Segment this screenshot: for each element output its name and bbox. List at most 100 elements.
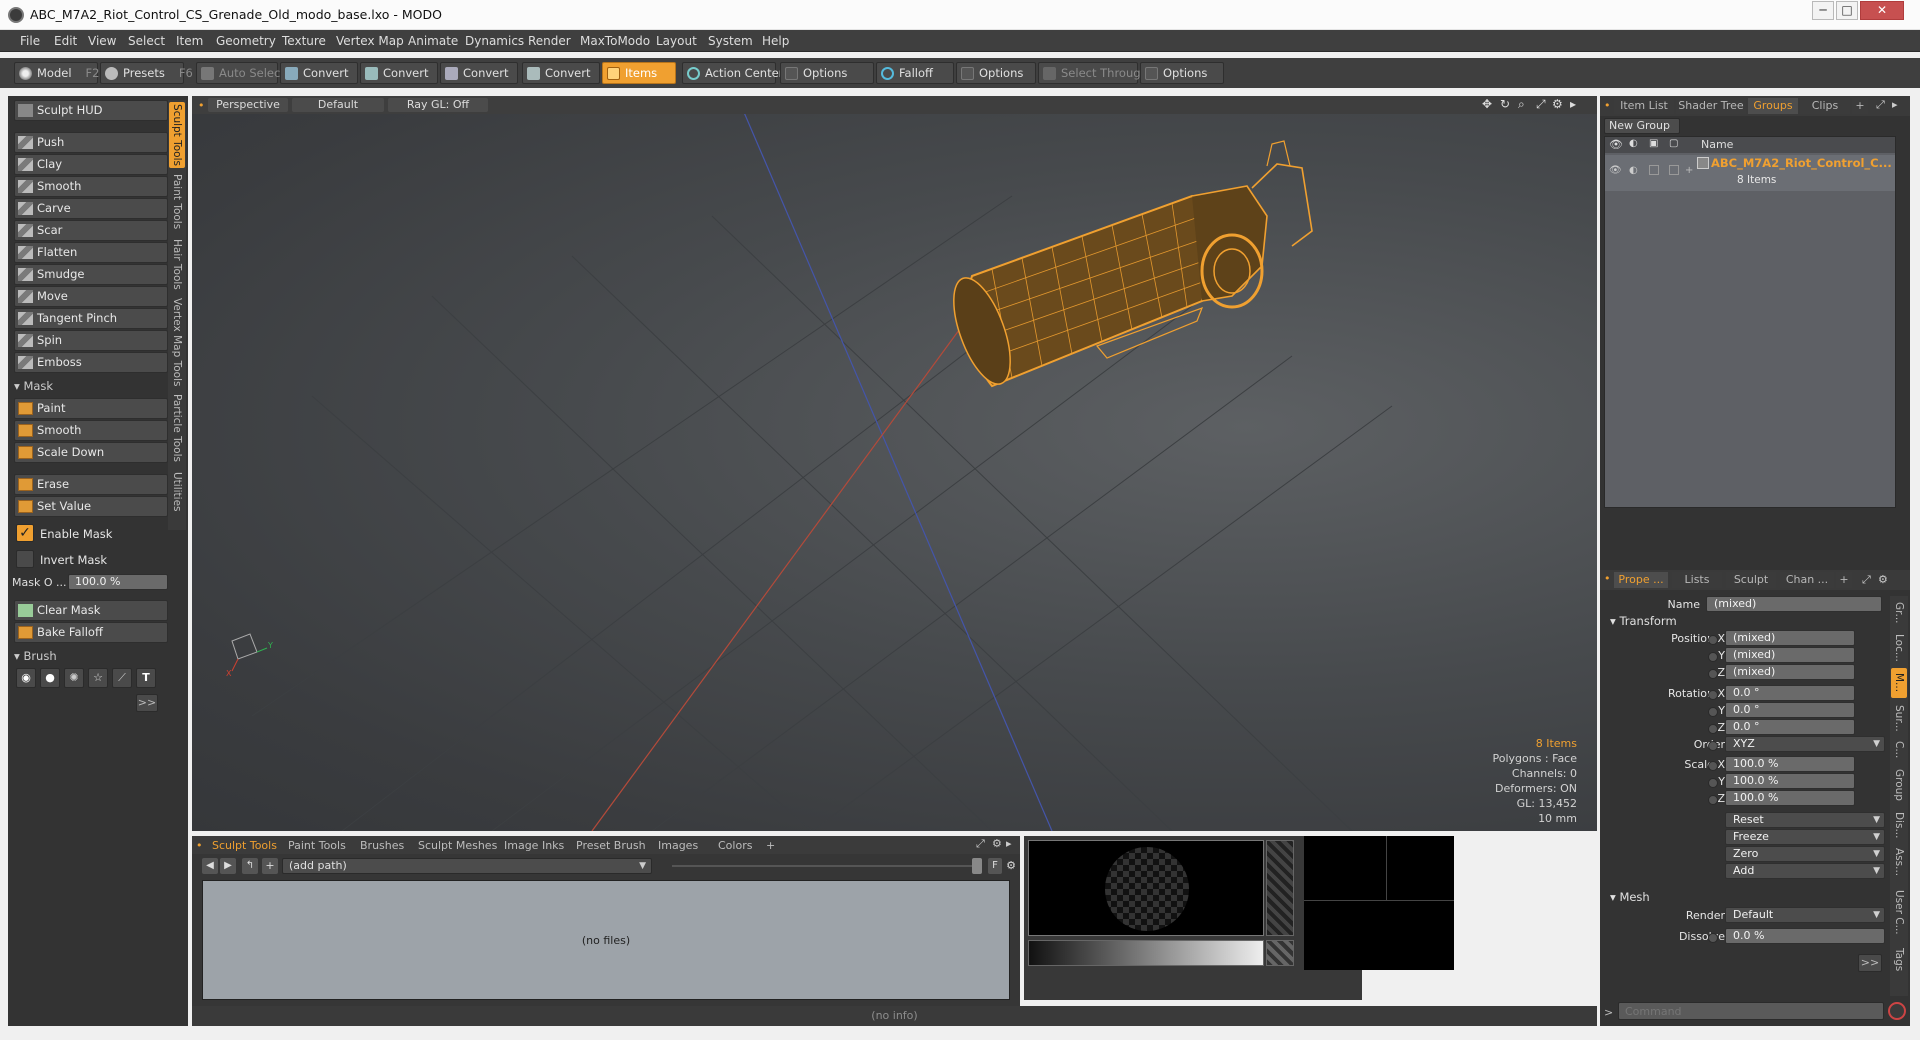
- menu-file[interactable]: File: [20, 34, 40, 48]
- rotation-y-key-icon[interactable]: [1708, 707, 1718, 717]
- brush-preview-canvas[interactable]: [1028, 840, 1264, 936]
- scale-y-key-icon[interactable]: [1708, 778, 1718, 788]
- tool-spin[interactable]: Spin: [14, 330, 168, 351]
- 3d-viewport[interactable]: X Y • Perspective Default Ray GL: Off ✥ …: [192, 96, 1597, 831]
- properties-maximize-icon[interactable]: ⤢: [1862, 573, 1871, 587]
- action-center-button[interactable]: Action Center: [682, 62, 783, 84]
- menu-select[interactable]: Select: [128, 34, 165, 48]
- tool-emboss[interactable]: Emboss: [14, 352, 168, 373]
- menu-system[interactable]: System: [708, 34, 753, 48]
- menu-help[interactable]: Help: [762, 34, 789, 48]
- panel-expand-icon[interactable]: ▸: [1892, 98, 1898, 111]
- bake-falloff-button[interactable]: Bake Falloff: [14, 622, 168, 643]
- file-list-area[interactable]: (no files): [202, 880, 1010, 1000]
- tab-vertex-map-tools[interactable]: Vertex Map Tools: [169, 296, 185, 388]
- rotation-z-field[interactable]: 0.0 °: [1725, 719, 1855, 735]
- thumbnail-size-slider[interactable]: [672, 865, 972, 867]
- record-command-icon[interactable]: [1888, 1002, 1906, 1020]
- tab-utilities[interactable]: Utilities: [169, 468, 185, 516]
- properties-more-button[interactable]: >>: [1858, 954, 1882, 972]
- browser-options-icon[interactable]: ⚙: [1004, 858, 1018, 874]
- side-tab-loc[interactable]: Loc...: [1891, 631, 1907, 665]
- side-tab-tags[interactable]: Tags: [1891, 945, 1907, 975]
- maximize-button[interactable]: □: [1836, 1, 1858, 20]
- menu-texture[interactable]: Texture: [282, 34, 326, 48]
- move-view-icon[interactable]: ✥: [1482, 97, 1492, 111]
- tab-brushes[interactable]: Brushes: [360, 839, 404, 852]
- tab-clips[interactable]: Clips: [1800, 98, 1850, 114]
- scale-x-key-icon[interactable]: [1708, 761, 1718, 771]
- tool-smudge[interactable]: Smudge: [14, 264, 168, 285]
- invert-mask-checkbox[interactable]: [16, 550, 34, 568]
- items-mode-button[interactable]: Items: [602, 62, 676, 84]
- enable-mask-checkbox[interactable]: ✓: [16, 524, 34, 542]
- menu-geometry[interactable]: Geometry: [216, 34, 276, 48]
- position-x-key-icon[interactable]: [1708, 635, 1718, 645]
- position-x-field[interactable]: (mixed): [1725, 630, 1855, 646]
- position-z-key-icon[interactable]: [1708, 669, 1718, 679]
- tab-channels[interactable]: Chan ...: [1780, 572, 1834, 588]
- viewport-expand-icon[interactable]: ▸: [1570, 97, 1576, 111]
- side-tab-dis[interactable]: Dis...: [1891, 808, 1907, 842]
- browser-maximize-icon[interactable]: ⤢: [976, 837, 985, 851]
- back-arrow-icon[interactable]: ◀: [202, 858, 218, 874]
- forward-arrow-icon[interactable]: ▶: [220, 858, 236, 874]
- command-input[interactable]: [1618, 1002, 1884, 1020]
- side-tab-c[interactable]: C...: [1891, 738, 1907, 762]
- side-tab-m[interactable]: M...: [1891, 668, 1907, 698]
- path-dropdown[interactable]: (add path) ▼: [282, 858, 652, 874]
- add-properties-tab[interactable]: +: [1836, 572, 1852, 588]
- rotation-order-dropdown[interactable]: XYZ ▼: [1725, 736, 1885, 752]
- menu-dynamics[interactable]: Dynamics: [465, 34, 524, 48]
- reset-dropdown[interactable]: Reset ▼: [1725, 812, 1885, 828]
- options-button-2[interactable]: Options: [956, 62, 1036, 84]
- procedural-brush-icon[interactable]: ⟋: [112, 668, 132, 688]
- rotate-view-icon[interactable]: ↻: [1500, 97, 1510, 111]
- options-button-3[interactable]: Options: [1140, 62, 1224, 84]
- menu-render[interactable]: Render: [528, 34, 571, 48]
- visibility-column-icon[interactable]: 👁: [1609, 138, 1623, 151]
- tab-lists[interactable]: Lists: [1672, 572, 1722, 588]
- side-tab-ass[interactable]: Ass...: [1891, 845, 1907, 879]
- tab-preset-brush[interactable]: Preset Brush: [576, 839, 646, 852]
- scale-y-field[interactable]: 100.0 %: [1725, 773, 1855, 789]
- tool-carve[interactable]: Carve: [14, 198, 168, 219]
- shading-dropdown[interactable]: Default: [292, 98, 384, 112]
- text-brush-icon[interactable]: T: [136, 668, 156, 688]
- convert-button-2[interactable]: Convert: [360, 62, 438, 84]
- side-tab-group[interactable]: Group: [1891, 765, 1907, 805]
- convert-button-3[interactable]: Convert: [440, 62, 518, 84]
- tab-shader-tree[interactable]: Shader Tree: [1676, 98, 1746, 114]
- menu-animate[interactable]: Animate: [408, 34, 458, 48]
- mask-erase-button[interactable]: Erase: [14, 474, 168, 495]
- side-tab-sur[interactable]: Sur...: [1891, 701, 1907, 735]
- render-dropdown[interactable]: Default ▼: [1725, 907, 1885, 923]
- lock-column-icon[interactable]: ▣: [1649, 138, 1658, 149]
- slider-handle[interactable]: [972, 858, 982, 874]
- scale-z-field[interactable]: 100.0 %: [1725, 790, 1855, 806]
- scale-x-field[interactable]: 100.0 %: [1725, 756, 1855, 772]
- group-visibility-icon[interactable]: 👁: [1609, 165, 1622, 176]
- position-z-field[interactable]: (mixed): [1725, 664, 1855, 680]
- mask-opacity-field[interactable]: 100.0 %: [68, 574, 168, 590]
- select-through-button[interactable]: Select Through: [1038, 62, 1148, 84]
- rotation-y-field[interactable]: 0.0 °: [1725, 702, 1855, 718]
- tool-clay[interactable]: Clay: [14, 154, 168, 175]
- filter-button[interactable]: F: [988, 858, 1002, 874]
- position-y-key-icon[interactable]: [1708, 652, 1718, 662]
- maximize-view-icon[interactable]: ⤢: [1536, 97, 1546, 112]
- tool-smooth[interactable]: Smooth: [14, 176, 168, 197]
- tab-paint-tools[interactable]: Paint Tools: [169, 172, 185, 232]
- mask-scale-down-button[interactable]: Scale Down: [14, 442, 168, 463]
- rotation-x-key-icon[interactable]: [1708, 690, 1718, 700]
- panel-menu-icon[interactable]: •: [1604, 99, 1611, 112]
- panel-maximize-icon[interactable]: ⤢: [1876, 98, 1885, 112]
- new-group-button[interactable]: New Group: [1604, 118, 1680, 134]
- tab-sculpt-tools[interactable]: Sculpt Tools: [169, 102, 185, 168]
- browser-expand-icon[interactable]: ▸: [1006, 837, 1012, 850]
- clear-mask-button[interactable]: Clear Mask: [14, 600, 168, 621]
- convert-button-1[interactable]: Convert: [280, 62, 358, 84]
- properties-settings-icon[interactable]: ⚙: [1878, 573, 1888, 586]
- rotation-x-field[interactable]: 0.0 °: [1725, 685, 1855, 701]
- mesh-section-header[interactable]: ▾ Mesh: [1610, 890, 1650, 904]
